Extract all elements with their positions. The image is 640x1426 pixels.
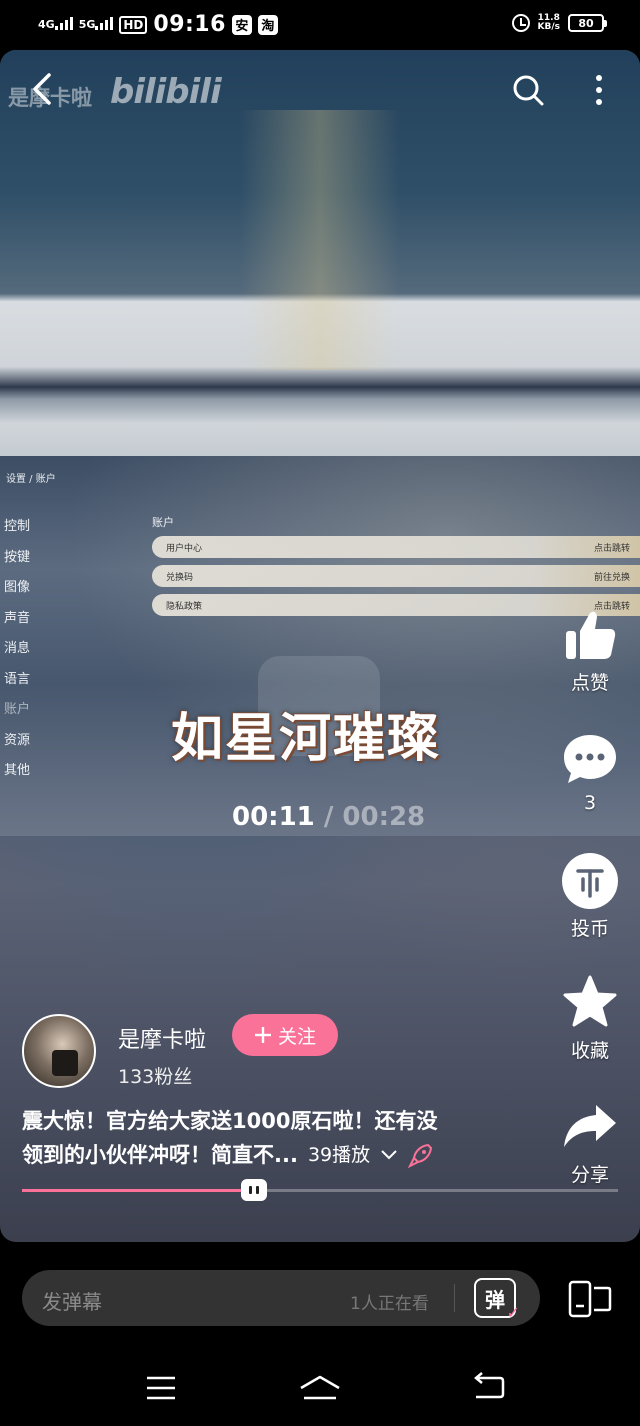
share-label: 分享 <box>570 1164 609 1186</box>
follow-label: 关注 <box>277 1025 316 1048</box>
settings-nav-item: 按键 <box>4 549 31 565</box>
thumbs-up-icon <box>566 611 616 659</box>
comment-count: 3 <box>583 792 597 814</box>
star-icon <box>563 975 617 1027</box>
plus-icon <box>254 1027 271 1043</box>
network-speed: 11.8 KB/s <box>537 13 560 32</box>
description-line: 领到的小伙伴冲呀！简直不... <box>22 1143 298 1167</box>
system-navigation-bar <box>0 1350 640 1426</box>
like-button[interactable]: 点赞 <box>552 606 628 695</box>
chevron-down-icon[interactable] <box>380 1149 398 1161</box>
share-button[interactable]: 分享 <box>552 1098 628 1187</box>
like-label: 点赞 <box>570 672 609 694</box>
player-top-bar: 是摩卡啦 bilibili <box>0 50 640 130</box>
settings-nav-item: 图像 <box>4 580 31 595</box>
app-notification-icon: 安 <box>231 14 252 35</box>
status-time: 09:16 <box>153 12 226 37</box>
fans-count: 133粉丝 <box>118 1066 193 1088</box>
account-row: 用户中心 点击跳转 <box>152 536 640 558</box>
back-arrow-icon[interactable] <box>30 72 54 106</box>
account-section-title: 账户 <box>152 516 174 529</box>
settings-nav-item: 控制 <box>4 519 31 534</box>
signal-4g-icon: 4G <box>38 16 73 30</box>
account-row: 兑换码 前往兑换 <box>152 565 640 587</box>
video-overlay-title: 如星河璀璨 <box>170 709 441 769</box>
screen-mode-icon[interactable] <box>568 1280 612 1318</box>
settings-nav-item: 消息 <box>4 641 31 656</box>
video-frame-settings: 设置 / 账户 控制 按键 图像 声音 消息 语言 账户 资源 其他 账户 用户… <box>0 456 640 836</box>
more-options-icon[interactable] <box>586 72 612 108</box>
description-line: 震大惊！官方给大家送1000原石啦！还有没 <box>22 1109 438 1133</box>
coin-button[interactable]: 投币 <box>552 852 628 941</box>
author-name[interactable]: 是摩卡啦 <box>118 1022 206 1054</box>
progress-fill <box>22 1189 255 1192</box>
status-bar: 4G 5G HD 09:16 安 淘 11.8 KB/s 80 <box>0 0 640 50</box>
taobao-notification-icon: 淘 <box>257 14 278 35</box>
rocket-icon[interactable] <box>408 1142 434 1168</box>
play-count: 39播放 <box>307 1144 371 1166</box>
home-icon[interactable] <box>298 1374 342 1402</box>
settings-breadcrumb: 设置 / 账户 <box>6 474 56 485</box>
signal-5g-icon: 5G <box>79 16 114 30</box>
watching-count: 1人正在看 <box>350 1294 429 1314</box>
hd-voice-icon: HD <box>119 15 148 34</box>
favorite-button[interactable]: 收藏 <box>552 974 628 1063</box>
time-current: 00:11 <box>232 802 315 832</box>
follow-button[interactable]: 关注 <box>232 1014 338 1056</box>
playback-time: 00:11 / 00:28 <box>232 802 425 832</box>
progress-bar[interactable] <box>22 1179 618 1201</box>
video-description[interactable]: 震大惊！官方给大家送1000原石啦！还有没 领到的小伙伴冲呀！简直不... 39… <box>22 1104 522 1172</box>
time-total: 00:28 <box>342 802 426 832</box>
author-avatar[interactable] <box>22 1014 96 1088</box>
comment-bubble-icon <box>564 735 616 783</box>
time-separator: / <box>323 802 334 832</box>
search-icon[interactable] <box>510 72 546 108</box>
divider <box>454 1284 455 1312</box>
danmaku-bar: 发弹幕 1人正在看 弹 <box>22 1270 540 1326</box>
danmaku-toggle-button[interactable]: 弹 <box>474 1278 520 1322</box>
alarm-icon <box>511 14 530 32</box>
settings-nav-item: 声音 <box>4 610 31 626</box>
progress-thumb-icon[interactable] <box>241 1179 268 1201</box>
coin-label: 投币 <box>570 918 609 940</box>
bilibili-watermark: bilibili <box>110 72 222 112</box>
share-arrow-icon <box>564 1105 616 1147</box>
favorite-label: 收藏 <box>570 1040 609 1062</box>
back-icon[interactable] <box>470 1372 506 1402</box>
battery-icon: 80 <box>568 14 607 32</box>
comment-button[interactable]: 3 <box>552 730 628 814</box>
settings-nav-item: 语言 <box>4 671 31 687</box>
danmaku-input[interactable]: 发弹幕 <box>42 1286 102 1315</box>
video-player[interactable]: 是摩卡啦 bilibili 设置 / 账户 控制 按键 图像 声音 消息 语言 … <box>0 50 640 1242</box>
coin-icon <box>562 853 618 909</box>
menu-icon[interactable] <box>145 1374 177 1402</box>
